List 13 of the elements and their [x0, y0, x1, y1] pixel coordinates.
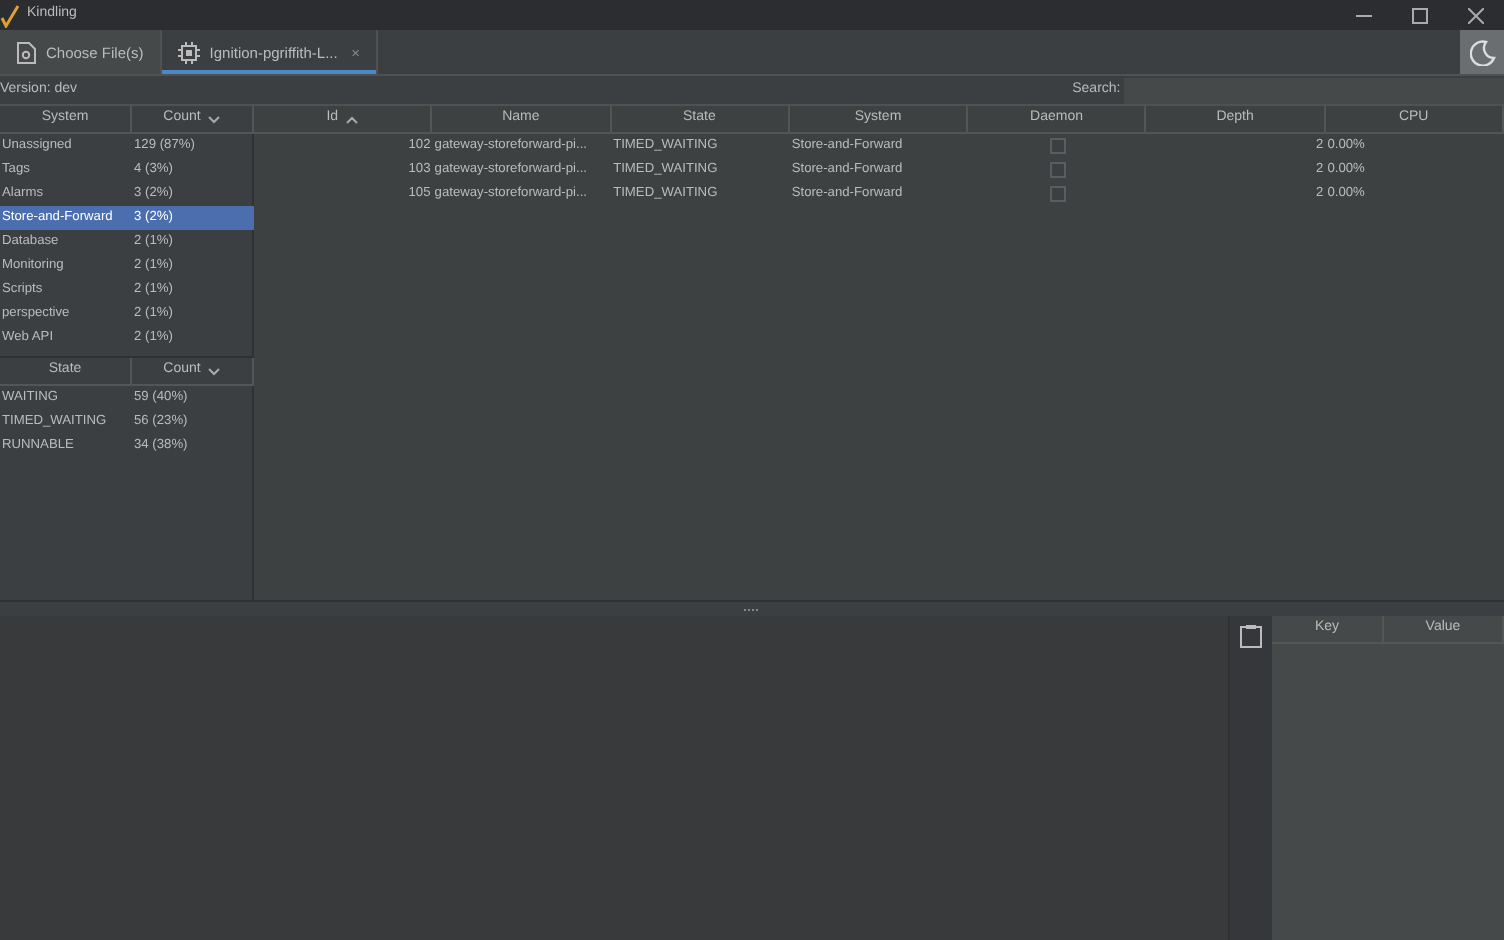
- app-logo-icon: [0, 3, 20, 27]
- moon-icon: [1469, 39, 1495, 65]
- theme-toggle-button[interactable]: [1460, 30, 1504, 74]
- chip-icon: [177, 41, 200, 63]
- search-field[interactable]: [1124, 77, 1504, 103]
- close-icon: [1468, 7, 1484, 23]
- checkbox[interactable]: [1049, 186, 1066, 202]
- clipboard-icon[interactable]: [1240, 624, 1262, 648]
- file-icon: [16, 41, 36, 63]
- checkbox[interactable]: [1049, 162, 1066, 178]
- checkbox[interactable]: [1049, 138, 1066, 154]
- maximize-icon: [1412, 7, 1428, 23]
- splitter-handle-icon[interactable]: [744, 607, 760, 611]
